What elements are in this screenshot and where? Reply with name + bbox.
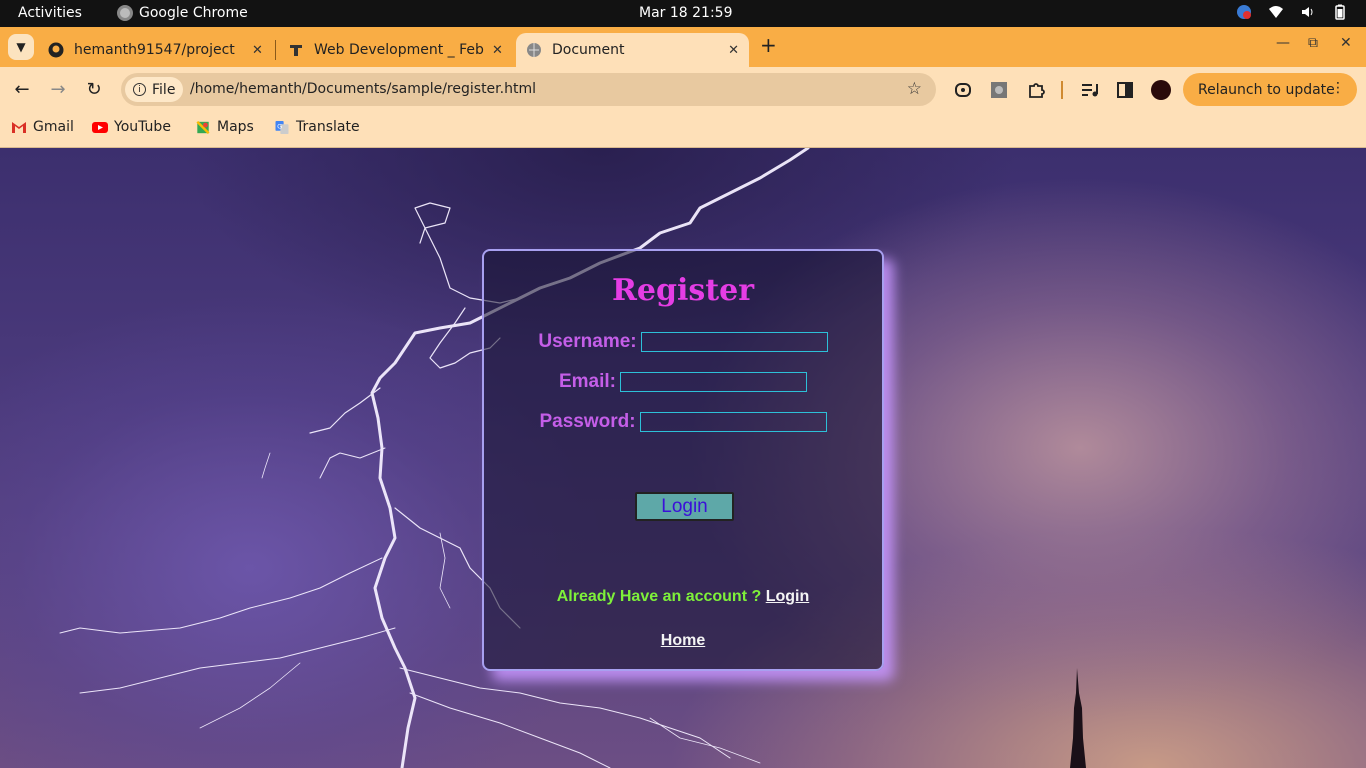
tab-document[interactable]: Document ✕ [516,33,749,67]
email-input[interactable] [620,372,808,392]
close-icon[interactable]: ✕ [728,43,739,58]
maps-icon [196,120,210,134]
document-icon [288,42,304,58]
reload-button[interactable]: ↻ [83,79,105,100]
translate-icon: G [275,120,289,134]
site-info-chip[interactable]: i File [125,77,184,102]
github-icon [48,42,64,58]
extensions-puzzle-icon[interactable] [1027,81,1045,99]
home-link[interactable]: Home [661,632,705,649]
register-form-card: Register Username: Email: Password: Logi… [482,249,884,671]
app-name: Google Chrome [139,5,248,21]
tab-strip: ▼ hemanth91547/project ✕ Web Development… [0,27,1366,67]
maximize-button[interactable]: ⧉ [1308,35,1318,51]
password-label: Password: [539,411,636,432]
tab-title: hemanth91547/project [74,42,235,58]
tab-title: Web Development _ Feb [314,42,484,58]
bookmark-translate[interactable]: G Translate [274,119,360,135]
youtube-icon [92,121,108,133]
extension-icon[interactable] [990,81,1008,99]
address-bar[interactable]: i File /home/hemanth/Documents/sample/re… [121,73,936,106]
app-menu[interactable]: Google Chrome [117,5,248,21]
side-panel-icon[interactable] [1116,81,1134,99]
username-row: Username: [484,331,882,353]
arrow-right-icon: → [50,79,66,100]
battery-icon [1335,4,1345,20]
browser-toolbar: ← → ↻ i File /home/hemanth/Documents/sam… [0,67,1366,112]
system-top-bar: Activities Google Chrome Mar 18 21:59 [0,0,1366,27]
bookmark-maps[interactable]: Maps [195,119,254,135]
minimize-button[interactable]: — [1276,35,1290,51]
relaunch-label: Relaunch to update [1198,81,1335,98]
login-button[interactable]: Login [635,492,734,521]
restore-icon: ⧉ [1308,35,1318,51]
already-text: Already Have an account ? [556,588,762,605]
home-link-wrapper: Home [484,632,882,650]
gmail-icon [12,121,26,133]
activities-button[interactable]: Activities [18,5,82,21]
arrow-left-icon: ← [14,79,30,100]
relaunch-to-update-button[interactable]: Relaunch to update ⋮ [1183,73,1357,106]
media-controls-icon[interactable] [1081,81,1099,99]
back-button[interactable]: ← [11,79,33,100]
tab-web-development[interactable]: Web Development _ Feb ✕ [278,33,514,67]
clock[interactable]: Mar 18 21:59 [639,5,732,21]
url-text[interactable]: /home/hemanth/Documents/sample/register.… [190,81,536,97]
more-vert-icon: ⋮ [1331,80,1345,96]
chrome-icon [117,5,133,21]
form-title: Register [611,273,755,308]
bookmark-label: Translate [296,119,360,135]
plus-icon: + [760,33,777,57]
volume-icon [1302,7,1313,17]
bookmark-label: Gmail [33,119,74,135]
bookmarks-bar: Gmail YouTube Maps G Translate [0,112,1366,148]
close-icon[interactable]: ✕ [492,43,503,58]
bookmark-label: Maps [217,119,254,135]
tab-github[interactable]: hemanth91547/project ✕ [38,33,274,67]
scheme-label: File [152,81,176,98]
email-label: Email: [558,371,617,392]
close-window-button[interactable]: ✕ [1340,35,1352,51]
toolbar-divider [1061,81,1063,99]
already-have-account: Already Have an account ? Login [484,588,882,606]
new-tab-button[interactable]: + [760,33,777,57]
bookmark-youtube[interactable]: YouTube [92,119,171,135]
globe-icon [526,42,542,58]
update-icon [1237,5,1251,19]
chevron-down-icon: ▼ [16,40,26,54]
tower-silhouette [1070,668,1086,768]
page-viewport: Register Username: Email: Password: Logi… [0,148,1366,768]
username-input[interactable] [640,332,828,352]
close-icon[interactable]: ✕ [252,43,263,58]
username-label: Username: [538,331,637,352]
bookmark-label: YouTube [114,119,171,135]
password-row: Password: [484,411,882,433]
wifi-icon [1269,6,1283,18]
tab-title: Document [552,42,625,58]
extension-icon[interactable] [954,81,972,99]
minimize-icon: — [1276,35,1290,51]
tab-divider [275,40,276,60]
profile-avatar[interactable] [1151,80,1171,100]
tab-search-button[interactable]: ▼ [8,34,34,60]
system-tray[interactable] [1236,4,1348,20]
bookmark-gmail[interactable]: Gmail [11,119,74,135]
login-link[interactable]: Login [766,588,810,605]
bookmark-star-icon[interactable]: ☆ [907,79,922,99]
password-input[interactable] [639,412,827,432]
svg-text:G: G [277,122,282,130]
info-icon: i [133,83,146,96]
close-icon: ✕ [1340,35,1352,51]
reload-icon: ↻ [86,79,102,100]
email-row: Email: [484,371,882,393]
forward-button[interactable]: → [47,79,69,100]
